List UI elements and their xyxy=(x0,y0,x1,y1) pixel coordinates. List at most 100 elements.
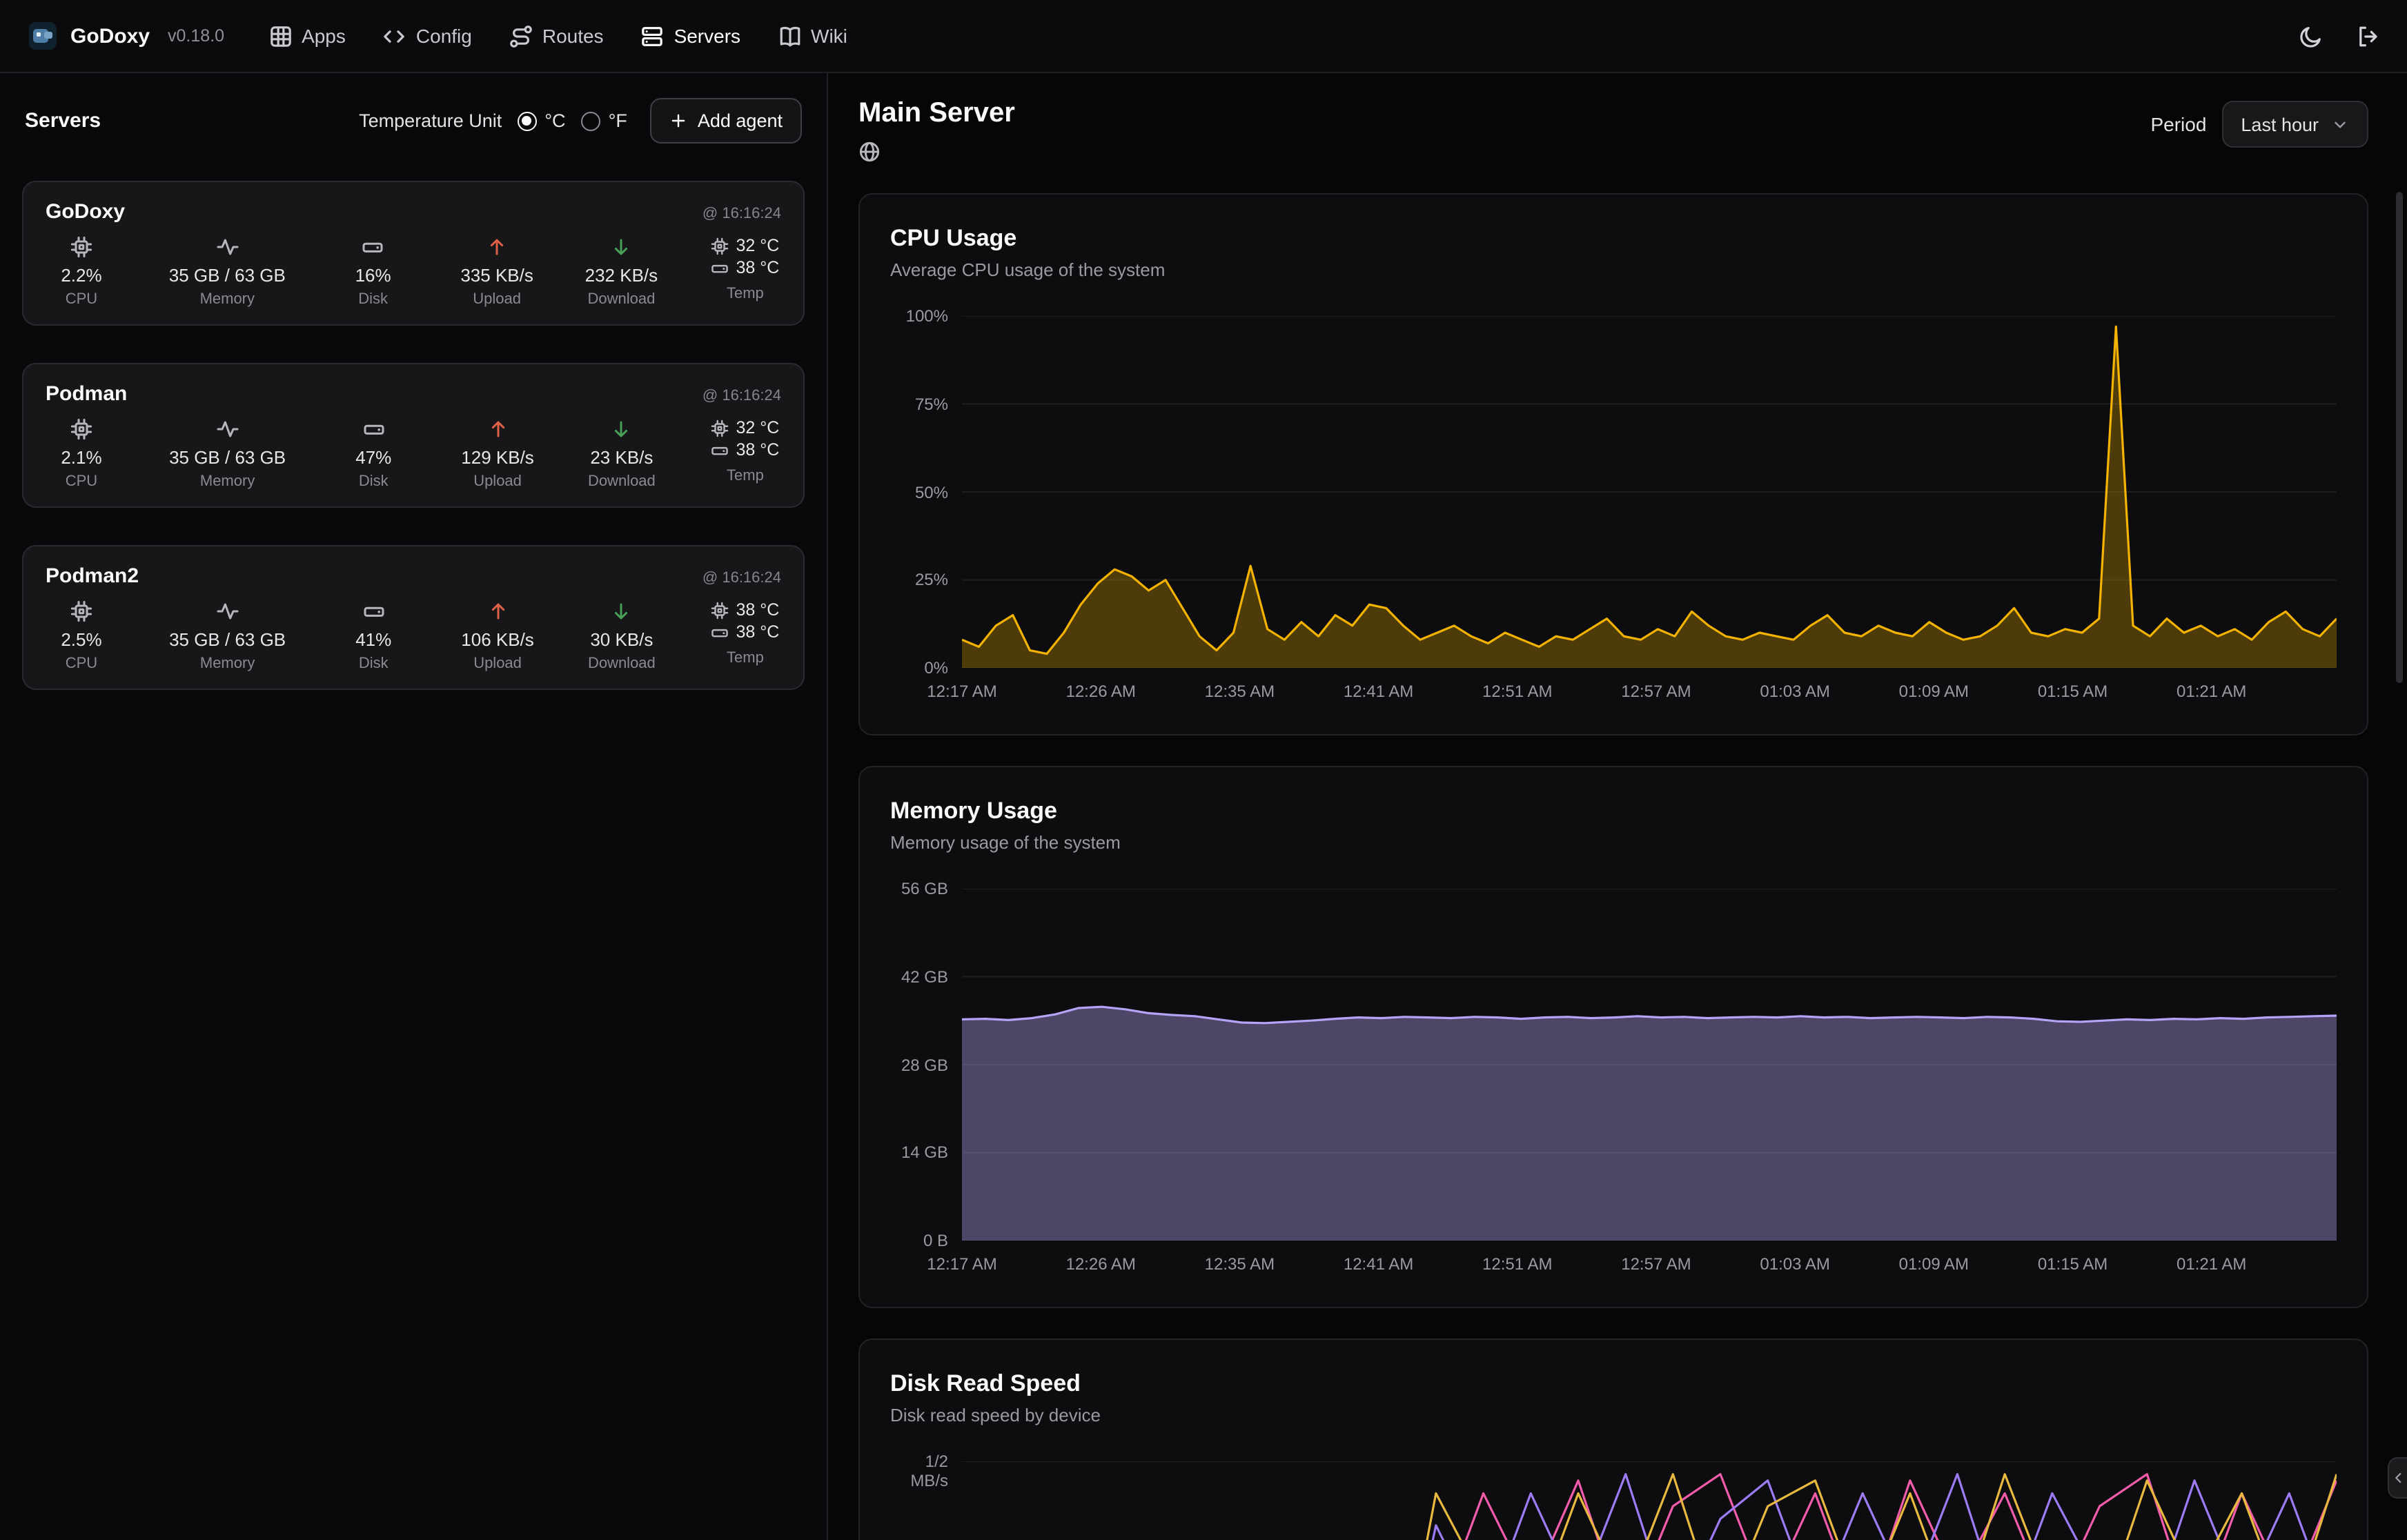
period-select[interactable]: Last hour xyxy=(2221,101,2368,148)
server-name: Podman2 xyxy=(46,564,139,588)
server-list: GoDoxy @ 16:16:24 2.2% CPU 35 GB / 63 GB xyxy=(22,181,805,690)
radio-selected-icon xyxy=(517,111,536,130)
hard-drive-icon xyxy=(362,600,384,622)
theme-toggle-button[interactable] xyxy=(2299,24,2323,48)
server-card-godoxy[interactable]: GoDoxy @ 16:16:24 2.2% CPU 35 GB / 63 GB xyxy=(22,181,805,326)
globe-icon[interactable] xyxy=(858,141,881,163)
version-label: v0.18.0 xyxy=(168,26,224,46)
fahrenheit-radio[interactable]: °F xyxy=(581,110,627,131)
logout-button[interactable] xyxy=(2356,24,2379,48)
hard-drive-icon xyxy=(711,441,729,459)
nav-item-servers[interactable]: Servers xyxy=(641,24,740,48)
download-arrow-icon xyxy=(611,600,633,622)
memory-label: Memory xyxy=(200,655,255,672)
chevron-left-icon xyxy=(2390,1470,2406,1486)
y-axis-tick: 42 GB xyxy=(901,967,948,987)
nav-item-config[interactable]: Config xyxy=(383,24,472,48)
memory-label: Memory xyxy=(200,291,255,308)
download-value: 232 KB/s xyxy=(585,265,658,286)
chart-subtitle: Average CPU usage of the system xyxy=(890,259,2337,280)
add-agent-button[interactable]: Add agent xyxy=(651,98,802,144)
nav-item-apps[interactable]: Apps xyxy=(268,24,346,48)
x-axis-tick: 01:15 AM xyxy=(2038,682,2108,701)
memory-value: 35 GB / 63 GB xyxy=(169,265,286,286)
disk-temp-value: 38 °C xyxy=(736,440,780,460)
fahrenheit-label: °F xyxy=(609,110,627,131)
activity-icon xyxy=(216,236,238,258)
download-label: Download xyxy=(588,473,656,490)
scrollbar-thumb[interactable] xyxy=(2396,192,2403,683)
period-value: Last hour xyxy=(2241,114,2319,135)
x-axis-tick: 01:09 AM xyxy=(1899,682,1969,701)
memory-value: 35 GB / 63 GB xyxy=(169,629,286,650)
cpu-label: CPU xyxy=(66,655,97,672)
celsius-radio[interactable]: °C xyxy=(517,110,565,131)
y-axis-tick: 14 GB xyxy=(901,1143,948,1163)
apps-grid-icon xyxy=(268,24,292,48)
hard-drive-icon xyxy=(362,236,384,258)
hard-drive-icon xyxy=(711,259,729,277)
cpu-value: 2.2% xyxy=(61,265,101,286)
sidebar-title: Servers xyxy=(25,109,101,132)
upload-stat: 129 KB/s Upload xyxy=(461,418,534,490)
upload-value: 335 KB/s xyxy=(460,265,533,286)
upload-stat: 106 KB/s Upload xyxy=(461,600,534,672)
radio-unselected-icon xyxy=(581,111,600,130)
server-name: Podman xyxy=(46,382,127,406)
temp-label: Temp xyxy=(727,650,764,667)
nav-item-wiki[interactable]: Wiki xyxy=(778,24,847,48)
cpu-chip-icon xyxy=(70,236,92,258)
period-label: Period xyxy=(2150,113,2206,135)
temp-stat: 32 °C 38 °C Temp xyxy=(709,236,781,308)
chart-title: Disk Read Speed xyxy=(890,1370,2337,1398)
server-card-podman[interactable]: Podman @ 16:16:24 2.1% CPU 35 GB / 63 GB xyxy=(22,363,805,508)
disk-read-speed-card: Disk Read Speed Disk read speed by devic… xyxy=(858,1339,2368,1540)
download-arrow-icon xyxy=(610,236,632,258)
x-axis-tick: 01:03 AM xyxy=(1760,1254,1829,1274)
chart-subtitle: Memory usage of the system xyxy=(890,832,2337,853)
server-updated-time: @ 16:16:24 xyxy=(703,570,781,586)
cpu-chip-icon xyxy=(70,600,92,622)
cpu-usage-chart: 100%75%50%25%0% 12:17 AM12:26 AM12:35 AM… xyxy=(890,316,2337,704)
nav-item-routes[interactable]: Routes xyxy=(509,24,604,48)
x-axis-tick: 12:35 AM xyxy=(1205,682,1275,701)
upload-label: Upload xyxy=(473,655,522,672)
server-name: GoDoxy xyxy=(46,200,125,224)
x-axis-tick: 12:26 AM xyxy=(1065,682,1135,701)
temperature-unit-label: Temperature Unit xyxy=(359,110,502,131)
cpu-stat: 2.2% CPU xyxy=(46,236,117,308)
disk-stat: 41% Disk xyxy=(337,600,409,672)
chart-title: Memory Usage xyxy=(890,798,2337,825)
disk-value: 47% xyxy=(355,447,391,468)
y-axis-tick: 56 GB xyxy=(901,879,948,898)
plus-icon xyxy=(670,112,688,130)
godoxy-app: GoDoxy v0.18.0 Apps Config Routes Server… xyxy=(0,0,2407,1540)
disk-stat: 47% Disk xyxy=(337,418,409,490)
download-stat: 23 KB/s Download xyxy=(586,418,658,490)
download-value: 30 KB/s xyxy=(590,629,653,650)
upload-arrow-icon xyxy=(487,418,509,440)
main-nav: Apps Config Routes Servers Wiki xyxy=(268,24,847,48)
moon-icon xyxy=(2299,24,2323,48)
memory-stat: 35 GB / 63 GB Memory xyxy=(169,600,286,672)
cpu-chip-icon xyxy=(711,419,729,437)
cpu-stat: 2.5% CPU xyxy=(46,600,117,672)
cpu-usage-card: CPU Usage Average CPU usage of the syste… xyxy=(858,193,2368,736)
server-card-podman2[interactable]: Podman2 @ 16:16:24 2.5% CPU 35 GB / 63 G… xyxy=(22,545,805,690)
panel-collapse-handle[interactable] xyxy=(2388,1457,2407,1499)
upload-label: Upload xyxy=(473,291,521,308)
x-axis-tick: 01:09 AM xyxy=(1899,1254,1969,1274)
disk-read-speed-chart: 1/2 MB/s xyxy=(890,1461,2337,1540)
page-title: Main Server xyxy=(858,98,1015,130)
download-stat: 232 KB/s Download xyxy=(585,236,658,308)
cpu-chip-icon xyxy=(711,237,729,255)
y-axis-tick: 0 B xyxy=(923,1231,948,1250)
activity-icon xyxy=(217,418,239,440)
x-axis-tick: 12:57 AM xyxy=(1621,682,1691,701)
download-arrow-icon xyxy=(611,418,633,440)
x-axis-tick: 12:51 AM xyxy=(1482,682,1552,701)
cpu-temp-value: 32 °C xyxy=(736,418,780,437)
y-axis: 100%75%50%25%0% xyxy=(890,306,962,678)
x-axis-tick: 12:17 AM xyxy=(927,682,996,701)
memory-usage-chart: 56 GB42 GB28 GB14 GB0 B 12:17 AM12:26 AM… xyxy=(890,889,2337,1276)
